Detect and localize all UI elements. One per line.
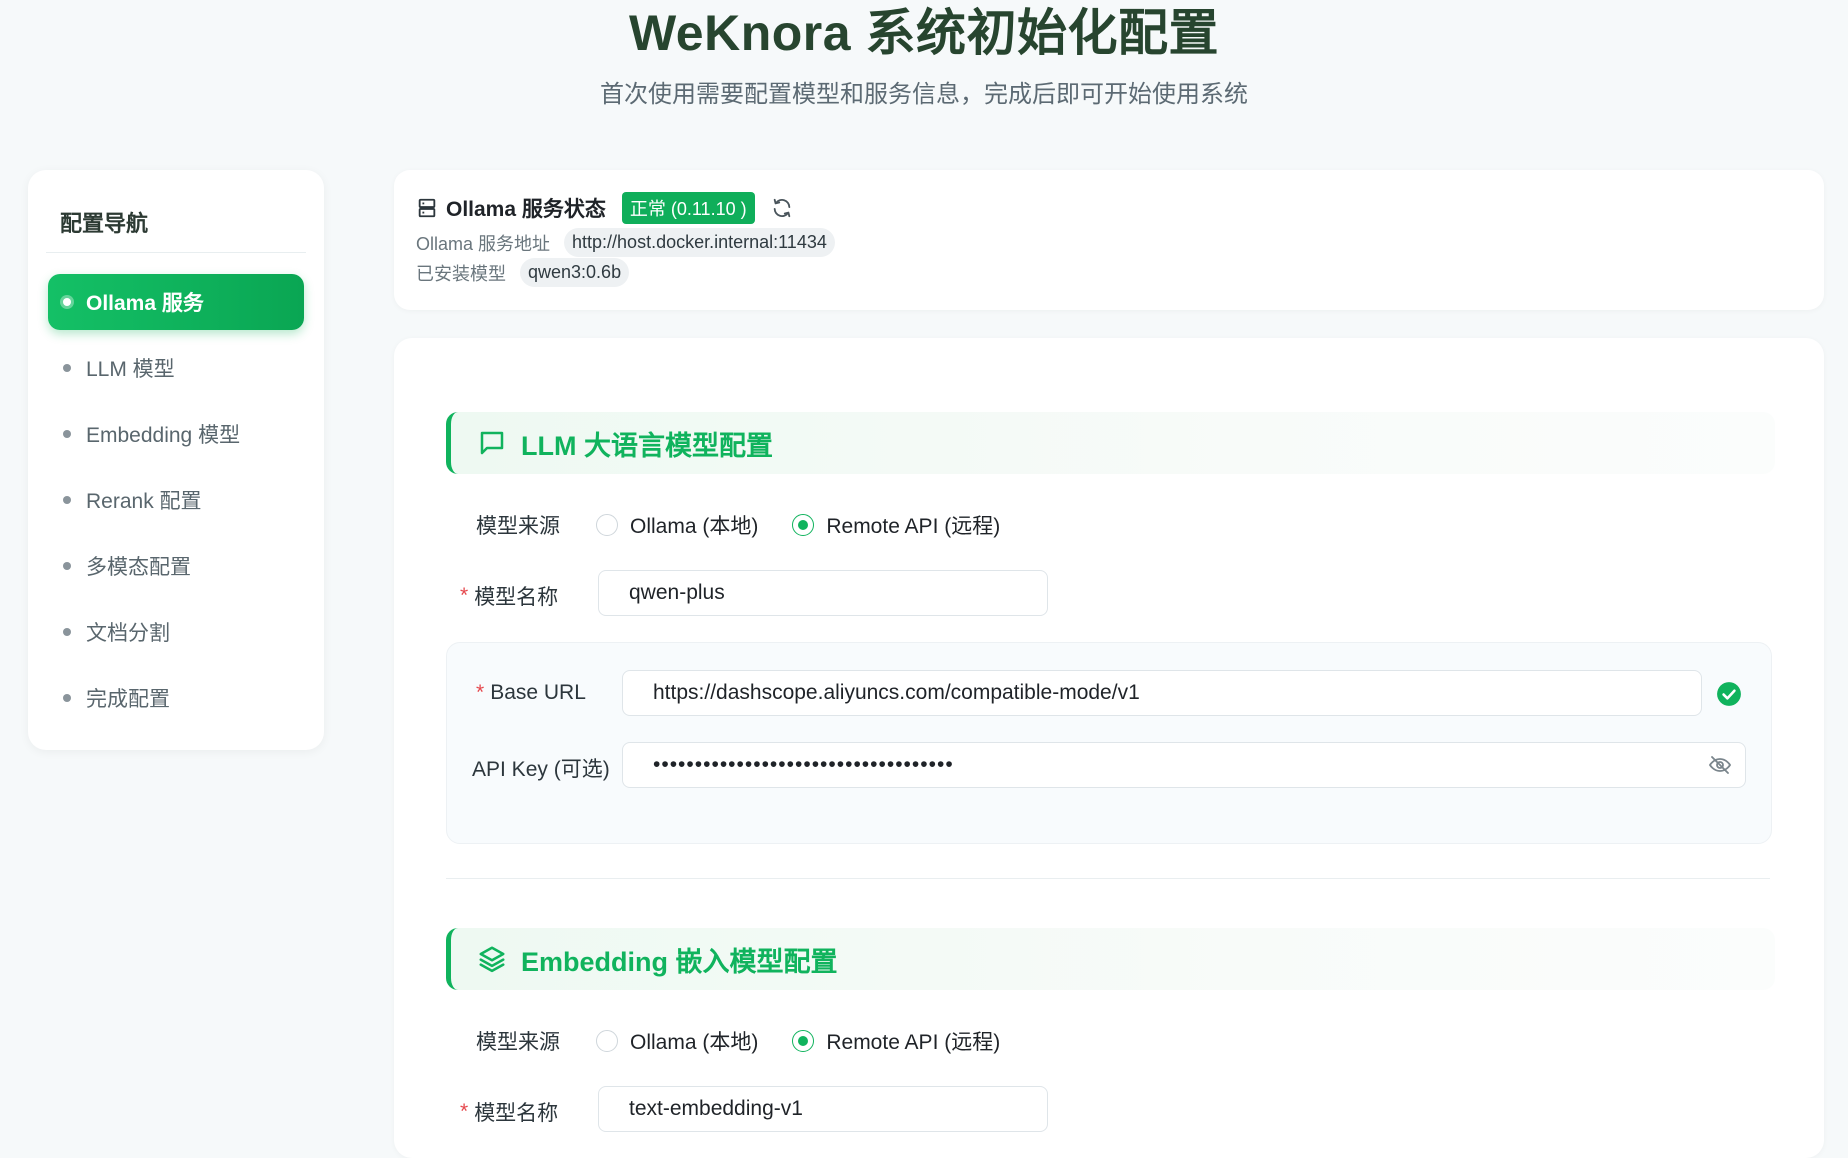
sidebar-item-ollama[interactable]: Ollama 服务	[48, 274, 304, 330]
nav-dot	[63, 430, 71, 438]
embedding-source-remote-radio[interactable]: Remote API (远程)	[792, 1026, 1000, 1056]
embedding-source-row: 模型来源 Ollama (本地) Remote API (远程)	[476, 1026, 1034, 1056]
server-icon	[418, 198, 436, 218]
llm-base-url-input[interactable]: https://dashscope.aliyuncs.com/compatibl…	[622, 670, 1702, 716]
layers-icon	[479, 946, 505, 973]
sidebar-item-embedding[interactable]: Embedding 模型	[48, 406, 304, 462]
llm-section-header: LLM 大语言模型配置	[446, 412, 1775, 474]
ollama-address-row: Ollama 服务地址 http://host.docker.internal:…	[416, 228, 835, 257]
sidebar-item-label: 多模态配置	[86, 556, 191, 579]
required-mark: *	[460, 584, 469, 607]
sidebar-nav: Ollama 服务 LLM 模型 Embedding 模型 Rerank 配置 …	[48, 274, 304, 736]
llm-model-name-input[interactable]: qwen-plus	[598, 570, 1048, 616]
embedding-source-ollama-radio[interactable]: Ollama (本地)	[596, 1026, 758, 1056]
radio-label: Remote API (远程)	[826, 515, 1001, 538]
section-divider	[446, 878, 1770, 879]
sidebar-item-label: 完成配置	[86, 688, 170, 711]
radio-label: Ollama (本地)	[630, 515, 759, 538]
nav-dot	[63, 496, 71, 504]
radio-circle	[792, 514, 815, 536]
status-badge: 正常 (0.11.10 )	[621, 192, 755, 224]
embedding-model-name-row: * 模型名称	[460, 1097, 558, 1127]
required-mark: *	[460, 1100, 469, 1123]
installed-models-label: 已安装模型	[416, 263, 506, 284]
radio-label: Remote API (远程)	[826, 1031, 1001, 1054]
llm-api-key-label: API Key (可选)	[472, 758, 610, 781]
page-title: WeKnora 系统初始化配置	[629, 5, 1219, 61]
llm-source-remote-radio[interactable]: Remote API (远程)	[792, 510, 1000, 540]
llm-source-label: 模型来源	[476, 515, 560, 538]
check-circle-icon	[1717, 682, 1741, 706]
page-subtitle: 首次使用需要配置模型和服务信息，完成后即可开始使用系统	[600, 81, 1248, 108]
llm-source-ollama-radio[interactable]: Ollama (本地)	[596, 510, 758, 540]
llm-base-url-label: Base URL	[490, 681, 586, 704]
config-main-card: LLM 大语言模型配置 模型来源 Ollama (本地) Remote API …	[394, 338, 1824, 1158]
sidebar-item-llm[interactable]: LLM 模型	[48, 340, 304, 396]
radio-label: Ollama (本地)	[630, 1031, 759, 1054]
required-mark: *	[476, 681, 485, 704]
page-header: WeKnora 系统初始化配置 首次使用需要配置模型和服务信息，完成后即可开始使…	[0, 0, 1848, 110]
ollama-address-value: http://host.docker.internal:11434	[564, 228, 835, 257]
status-header: Ollama 服务状态 正常 (0.11.10 )	[416, 192, 793, 224]
embedding-section-header: Embedding 嵌入模型配置	[446, 928, 1775, 990]
sidebar-divider	[46, 252, 306, 253]
ollama-address-label: Ollama 服务地址	[416, 233, 551, 254]
message-square-icon	[480, 431, 504, 455]
ollama-status-card: Ollama 服务状态 正常 (0.11.10 ) Ollama 服务地址 ht…	[394, 170, 1824, 310]
radio-circle	[596, 514, 618, 536]
nav-dot	[63, 628, 71, 636]
sidebar-item-label: Ollama 服务	[86, 292, 204, 315]
llm-base-url-row: * Base URL	[476, 681, 586, 705]
nav-dot	[63, 694, 71, 702]
installed-models-row: 已安装模型 qwen3:0.6b	[416, 258, 630, 287]
sidebar-item-label: Rerank 配置	[86, 490, 202, 513]
sidebar-title: 配置导航	[60, 211, 149, 236]
radio-circle	[596, 1030, 618, 1052]
embedding-model-name-label: 模型名称	[474, 1102, 559, 1125]
sidebar-item-label: Embedding 模型	[86, 424, 241, 447]
config-sidebar: 配置导航 Ollama 服务 LLM 模型 Embedding 模型 Reran…	[28, 170, 324, 750]
sidebar-item-multimodal[interactable]: 多模态配置	[48, 538, 304, 594]
sidebar-item-finish[interactable]: 完成配置	[48, 670, 304, 726]
llm-source-row: 模型来源 Ollama (本地) Remote API (远程)	[476, 510, 1034, 540]
llm-model-name-label: 模型名称	[474, 586, 559, 609]
status-title: Ollama 服务状态	[446, 198, 606, 221]
nav-dot	[63, 562, 71, 570]
refresh-icon[interactable]	[771, 197, 793, 219]
llm-model-name-row: * 模型名称	[460, 581, 558, 611]
nav-dot	[63, 364, 71, 372]
embedding-source-label: 模型来源	[476, 1031, 560, 1054]
sidebar-item-label: 文档分割	[86, 622, 170, 645]
radio-circle	[792, 1030, 815, 1052]
installed-model-tag: qwen3:0.6b	[520, 258, 630, 287]
embedding-model-name-input[interactable]: text-embedding-v1	[598, 1086, 1048, 1132]
nav-dot	[63, 298, 71, 306]
llm-api-key-input[interactable]: ••••••••••••••••••••••••••••••••••••	[622, 742, 1746, 788]
sidebar-item-doc-split[interactable]: 文档分割	[48, 604, 304, 660]
llm-api-key-row: API Key (可选)	[472, 753, 610, 783]
eye-off-icon[interactable]	[1708, 753, 1732, 777]
sidebar-item-rerank[interactable]: Rerank 配置	[48, 472, 304, 528]
embedding-section-title: Embedding 嵌入模型配置	[521, 946, 838, 977]
sidebar-item-label: LLM 模型	[86, 358, 175, 381]
llm-section-title: LLM 大语言模型配置	[521, 430, 773, 461]
